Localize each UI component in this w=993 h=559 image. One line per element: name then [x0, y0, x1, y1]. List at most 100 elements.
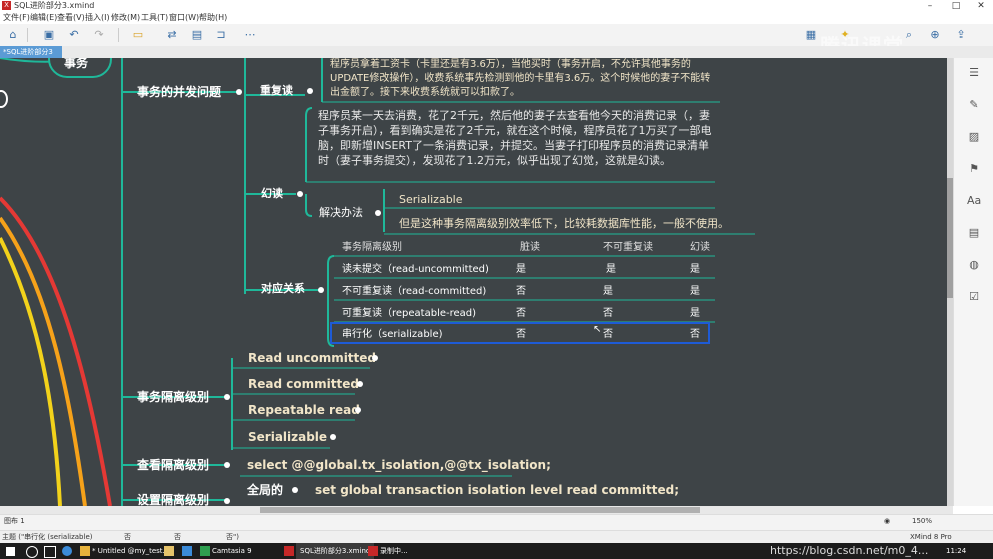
view-isolation-sql[interactable]: select @@global.tx_isolation,@@tx_isolat…: [247, 457, 551, 473]
save-icon[interactable]: ▣: [42, 28, 56, 42]
table-cell[interactable]: 否: [516, 307, 526, 321]
menu-view[interactable]: 查看(V): [57, 12, 85, 24]
table-cell[interactable]: 是: [690, 263, 700, 277]
format-brush-icon[interactable]: ✎: [967, 98, 981, 112]
set-isolation-sql[interactable]: set global transaction isolation level r…: [315, 482, 679, 498]
branch-dot[interactable]: [318, 287, 324, 293]
image-icon[interactable]: ▨: [967, 130, 981, 144]
search-circle-icon[interactable]: [26, 546, 38, 558]
level-repeatable-read[interactable]: Repeatable read: [248, 402, 360, 418]
topic-view-isolation[interactable]: 查看隔离级别: [137, 457, 209, 473]
taskbar-item-active[interactable]: SQL进阶部分3.xmind: [296, 543, 375, 559]
taskbar-item[interactable]: Camtasia 9: [212, 543, 252, 559]
menu-tools[interactable]: 工具(T): [141, 12, 168, 24]
marker-flag-icon[interactable]: ⚑: [967, 162, 981, 176]
table-cell[interactable]: 是: [606, 263, 616, 277]
taskbar-item[interactable]: * Untitled @my_test...: [92, 543, 169, 559]
topic-concurrency-issues[interactable]: 事务的并发问题: [137, 84, 221, 100]
branch-dot[interactable]: [236, 89, 242, 95]
start-icon[interactable]: [6, 547, 15, 556]
table-cell[interactable]: 可重复读（repeatable-read): [342, 307, 476, 321]
table-cell[interactable]: 读未提交（read-uncommitted): [342, 263, 489, 277]
outline-icon[interactable]: ☰: [967, 66, 981, 80]
menu-edit[interactable]: 编辑(E): [30, 12, 57, 24]
tab-sql-part3[interactable]: *SQL进阶部分3 ✕: [0, 46, 62, 68]
topic-phantom-read[interactable]: 幻读: [261, 186, 283, 202]
menu-file[interactable]: 文件(F): [3, 12, 30, 24]
app-icon[interactable]: [182, 546, 192, 556]
camtasia-icon[interactable]: [200, 546, 210, 556]
level-serializable[interactable]: Serializable: [248, 429, 327, 445]
branch-dot[interactable]: [297, 191, 303, 197]
search-icon[interactable]: ⌕: [902, 28, 916, 42]
table-cell[interactable]: 否: [516, 328, 526, 342]
table-cell[interactable]: 否: [690, 328, 700, 342]
taskbar-item[interactable]: 录制中...: [380, 543, 408, 559]
table-cell[interactable]: 否: [603, 328, 613, 342]
browser-icon[interactable]: [62, 546, 72, 556]
set-scope-global[interactable]: 全局的: [247, 482, 283, 498]
topic-isolation-levels[interactable]: 事务隔离级别: [137, 389, 209, 405]
topic-repeatable-read[interactable]: 重复读: [260, 83, 293, 99]
branch-dot[interactable]: [355, 407, 361, 413]
recorder-icon[interactable]: [368, 546, 378, 556]
presentation-icon[interactable]: ▦: [804, 28, 818, 42]
menu-insert[interactable]: 插入(I): [85, 12, 110, 24]
view-eye-icon[interactable]: ◉: [884, 515, 890, 528]
minimize-button[interactable]: –: [918, 0, 942, 12]
level-read-committed[interactable]: Read committed: [248, 376, 359, 392]
table-cell[interactable]: 是: [516, 263, 526, 277]
notes-icon[interactable]: ▤: [967, 226, 981, 240]
branch-dot[interactable]: [357, 381, 363, 387]
branch-dot[interactable]: [224, 394, 230, 400]
task-icon[interactable]: ☑: [967, 290, 981, 304]
menu-help[interactable]: 帮助(H): [199, 12, 227, 24]
branch-dot[interactable]: [375, 210, 381, 216]
sheet-name[interactable]: 图布 1: [4, 515, 25, 528]
topic-relation[interactable]: 对应关系: [261, 281, 305, 297]
undo-icon[interactable]: ↶: [67, 28, 81, 42]
table-cell[interactable]: 串行化（serializable): [342, 328, 443, 342]
share-icon[interactable]: ⊕: [928, 28, 942, 42]
more-icon[interactable]: ⋯: [243, 28, 257, 42]
home-icon[interactable]: ⌂: [6, 28, 20, 42]
topic-solution[interactable]: 解决办法: [319, 205, 363, 221]
menu-window[interactable]: 窗口(W): [169, 12, 199, 24]
repeatable-read-description[interactable]: 程序员拿着工资卡（卡里还是有3.6万），当他买时（事务开启，不允许其他事务的UP…: [330, 58, 715, 100]
branch-dot[interactable]: [224, 462, 230, 468]
export-icon[interactable]: ⇪: [954, 28, 968, 42]
folder-icon[interactable]: [164, 546, 174, 556]
branch-dot[interactable]: [292, 487, 298, 493]
solution-note[interactable]: 但是这种事务隔离级别效率低下，比较耗数据库性能，一般不使用。: [399, 216, 729, 232]
branch-dot[interactable]: [307, 88, 313, 94]
table-cell[interactable]: 否: [516, 285, 526, 299]
task-view-icon[interactable]: [44, 546, 56, 558]
horizontal-scrollbar[interactable]: [0, 506, 953, 514]
menu-modify[interactable]: 修改(M): [111, 12, 140, 24]
maximize-button[interactable]: □: [944, 0, 968, 12]
clock[interactable]: 11:24: [946, 543, 966, 559]
mind-map-canvas[interactable]: 事务 事务的并发问题 重复读 程序员拿着工资卡（卡里还是有3.6万），当他买时（…: [0, 58, 953, 506]
zoom-level[interactable]: 150%: [912, 515, 932, 528]
phantom-read-description[interactable]: 程序员某一天去消费，花了2千元，然后他的妻子去查看他今天的消费记录（，妻子事务开…: [318, 108, 713, 168]
topic-icon[interactable]: ▭: [131, 28, 145, 42]
style-icon[interactable]: Aa: [967, 194, 981, 208]
relationship-icon[interactable]: ⇄: [165, 28, 179, 42]
close-window-button[interactable]: ✕: [969, 0, 993, 12]
table-cell[interactable]: 是: [690, 285, 700, 299]
db-tool-icon[interactable]: [80, 546, 90, 556]
root-topic-bubble[interactable]: 事务: [48, 58, 112, 78]
branch-dot[interactable]: [330, 434, 336, 440]
redo-icon[interactable]: ↷: [92, 28, 106, 42]
xmind-icon[interactable]: [284, 546, 294, 556]
comment-icon[interactable]: ◍: [967, 258, 981, 272]
summary-icon[interactable]: ⊐: [214, 28, 228, 42]
branch-dot[interactable]: [372, 355, 378, 361]
topic-set-isolation[interactable]: 设置隔离级别: [137, 492, 209, 506]
table-cell[interactable]: 是: [603, 285, 613, 299]
table-cell[interactable]: 是: [690, 307, 700, 321]
boundary-icon[interactable]: ▤: [190, 28, 204, 42]
horizontal-scroll-thumb[interactable]: [260, 507, 700, 513]
level-read-uncommitted[interactable]: Read uncommitted: [248, 350, 376, 366]
table-cell[interactable]: 不可重复读（read-committed): [342, 285, 486, 299]
